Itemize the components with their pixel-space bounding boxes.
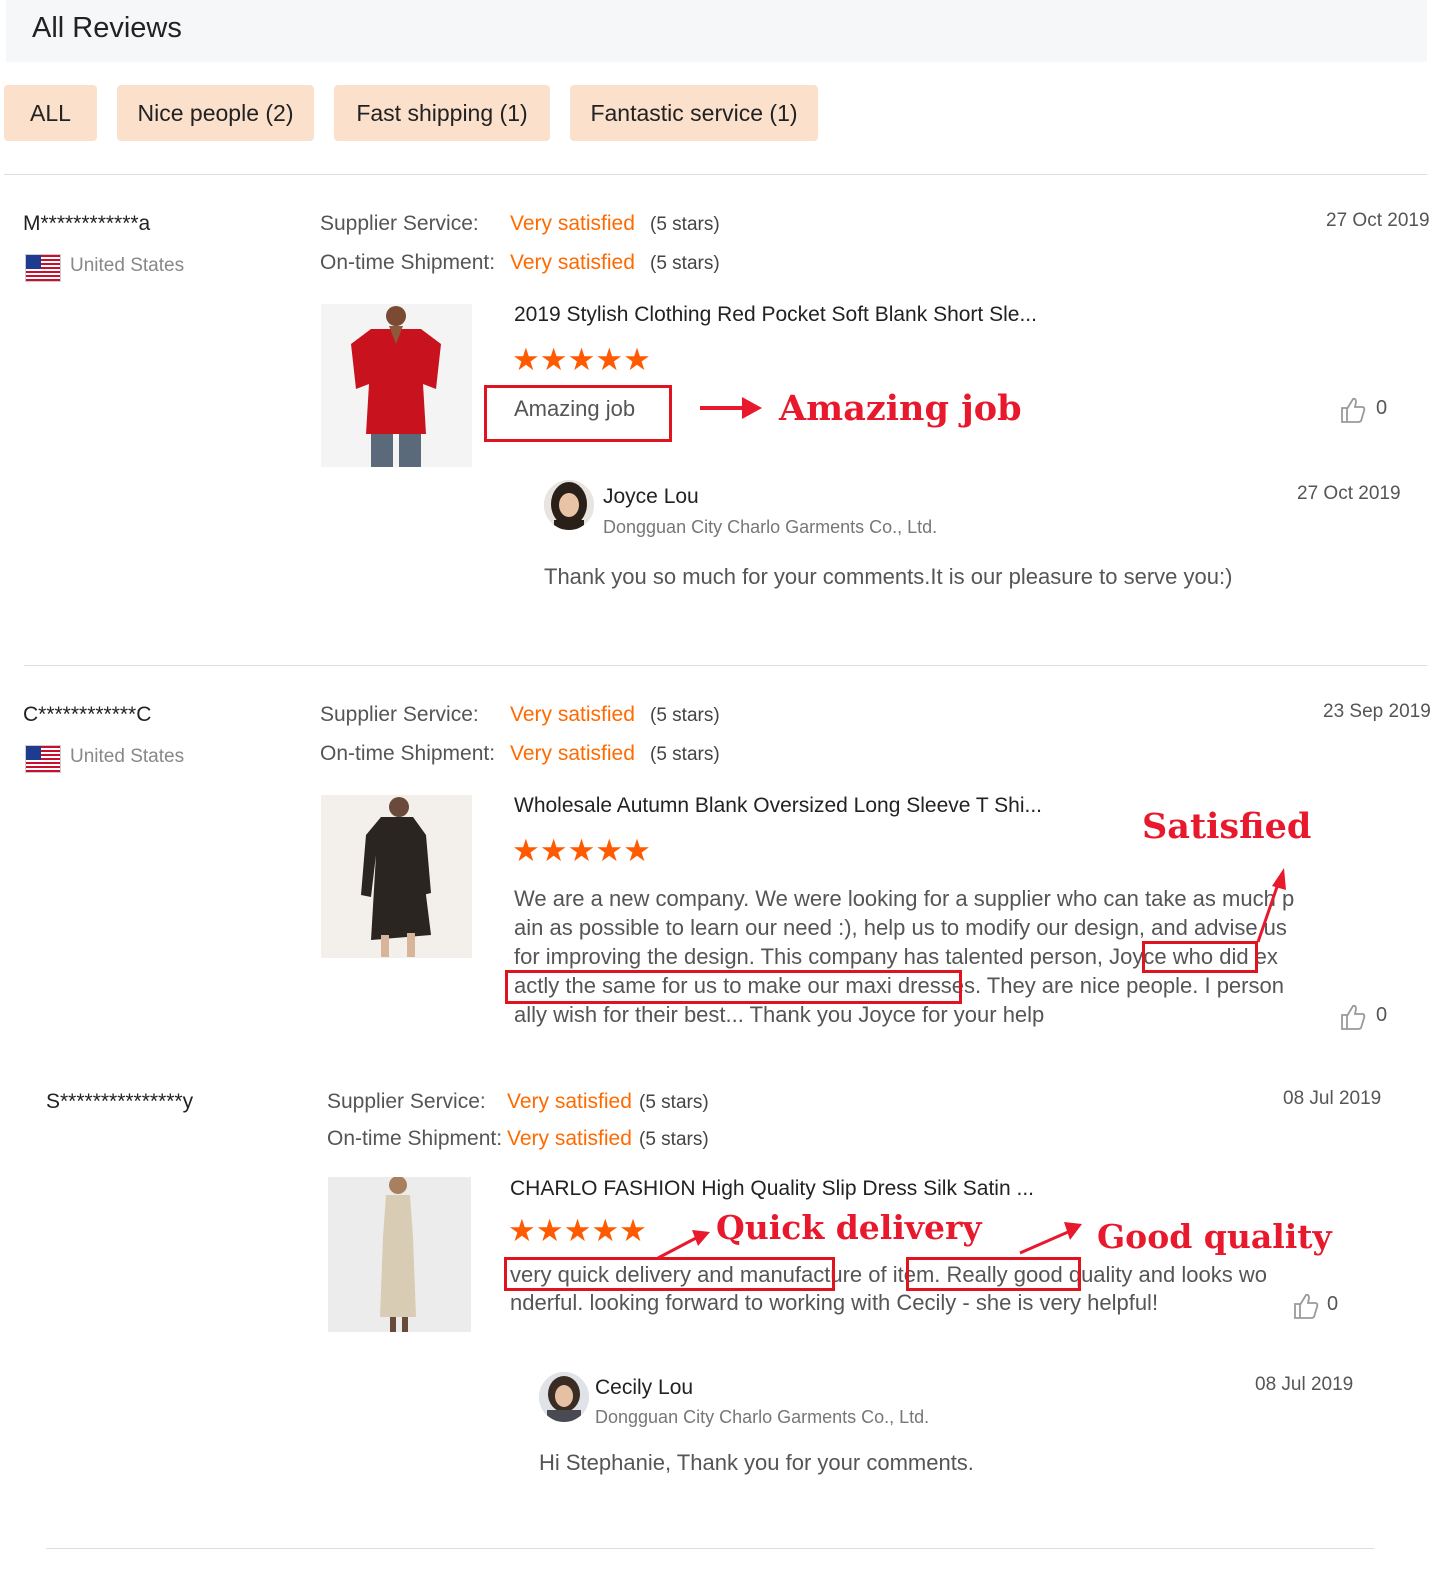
reply-author-name: Cecily Lou	[595, 1376, 694, 1399]
reviewer-name: M************a	[23, 212, 151, 235]
avatar	[539, 1372, 589, 1422]
reviews-header: All Reviews	[6, 0, 1427, 62]
reply-text: Thank you so much for your comments.It i…	[544, 564, 1233, 589]
supplier-service-label: Supplier Service:	[327, 1090, 486, 1113]
highlight-box	[505, 970, 962, 1004]
tab-fast-shipping[interactable]: Fast shipping (1)	[334, 85, 550, 141]
review-text-line: We are a new company. We were looking fo…	[514, 886, 1295, 911]
supplier-service-stars: (5 stars)	[639, 1092, 709, 1113]
supplier-service-value: Very satisfied	[507, 1090, 632, 1113]
like-count: 0	[1376, 397, 1388, 419]
reviewer-name: S***************y	[46, 1090, 194, 1113]
us-flag-icon	[25, 745, 61, 773]
review-date: 27 Oct 2019	[1326, 210, 1430, 231]
highlight-box	[504, 1257, 835, 1291]
product-title[interactable]: 2019 Stylish Clothing Red Pocket Soft Bl…	[514, 303, 1037, 327]
reply-company[interactable]: Dongguan City Charlo Garments Co., Ltd.	[595, 1407, 929, 1428]
shipment-value: Very satisfied	[510, 251, 635, 274]
product-image[interactable]	[328, 1177, 471, 1332]
annotation-good-quality: Good quality	[1097, 1217, 1332, 1256]
page-title: All Reviews	[32, 12, 182, 44]
like-count: 0	[1376, 1004, 1388, 1026]
tab-nice-people[interactable]: Nice people (2)	[117, 85, 314, 141]
highlight-box	[906, 1257, 1081, 1291]
like-count: 0	[1327, 1293, 1339, 1315]
annotation-quick-delivery: Quick delivery	[716, 1208, 982, 1247]
shipment-value: Very satisfied	[510, 742, 635, 765]
rating-stars: ★★★★★	[512, 833, 651, 868]
shipment-label: On-time Shipment:	[320, 251, 496, 274]
highlight-box	[484, 385, 672, 442]
review-date: 23 Sep 2019	[1323, 701, 1431, 722]
review-date: 08 Jul 2019	[1283, 1088, 1382, 1109]
divider	[4, 174, 1427, 175]
review-text-line: nderful. looking forward to working with…	[510, 1290, 1159, 1315]
divider	[24, 665, 1427, 666]
reviewer-country: United States	[70, 746, 185, 767]
reply-author-name: Joyce Lou	[603, 485, 699, 508]
product-image[interactable]	[321, 795, 472, 958]
highlight-box	[1142, 941, 1258, 973]
thumbs-up-icon[interactable]	[1293, 1292, 1319, 1325]
supplier-service-value: Very satisfied	[510, 212, 635, 235]
product-title[interactable]: Wholesale Autumn Blank Oversized Long Sl…	[514, 794, 1042, 818]
supplier-service-label: Supplier Service:	[320, 212, 479, 235]
rating-stars: ★★★★★	[512, 342, 651, 377]
review-text-line: ain as possible to learn our need :), he…	[514, 915, 1287, 940]
shipment-stars: (5 stars)	[650, 744, 720, 765]
supplier-service-stars: (5 stars)	[650, 705, 720, 726]
reply-company[interactable]: Dongguan City Charlo Garments Co., Ltd.	[603, 517, 937, 538]
shipment-value: Very satisfied	[507, 1127, 632, 1150]
supplier-service-value: Very satisfied	[510, 703, 635, 726]
reviewer-name: C************C	[23, 703, 152, 726]
annotation-amazing-job: Amazing job	[779, 388, 1022, 429]
tab-fantastic-service[interactable]: Fantastic service (1)	[570, 85, 818, 141]
shipment-stars: (5 stars)	[650, 253, 720, 274]
product-title[interactable]: CHARLO FASHION High Quality Slip Dress S…	[510, 1177, 1034, 1201]
arrow-icon	[657, 1230, 710, 1260]
annotation-satisfied: Satisfied	[1142, 806, 1312, 847]
reviewer-country: United States	[70, 255, 185, 276]
shipment-label: On-time Shipment:	[327, 1127, 503, 1150]
shipment-label: On-time Shipment:	[320, 742, 496, 765]
us-flag-icon	[25, 254, 61, 282]
rating-stars: ★★★★★	[508, 1213, 647, 1248]
reply-text: Hi Stephanie, Thank you for your comment…	[539, 1450, 974, 1475]
tab-all[interactable]: ALL	[4, 85, 97, 141]
avatar	[544, 480, 594, 530]
reply-date: 08 Jul 2019	[1255, 1374, 1354, 1395]
divider	[46, 1548, 1374, 1549]
arrow-icon	[700, 397, 762, 419]
thumbs-up-icon[interactable]	[1340, 396, 1366, 429]
arrow-icon	[1019, 1222, 1082, 1255]
supplier-service-label: Supplier Service:	[320, 703, 479, 726]
product-image[interactable]	[321, 304, 472, 467]
arrow-icon	[1256, 868, 1286, 943]
review-text-line: ally wish for their best... Thank you Jo…	[514, 1002, 1045, 1027]
shipment-stars: (5 stars)	[639, 1129, 709, 1150]
reply-date: 27 Oct 2019	[1297, 483, 1401, 504]
thumbs-up-icon[interactable]	[1340, 1003, 1366, 1036]
supplier-service-stars: (5 stars)	[650, 214, 720, 235]
